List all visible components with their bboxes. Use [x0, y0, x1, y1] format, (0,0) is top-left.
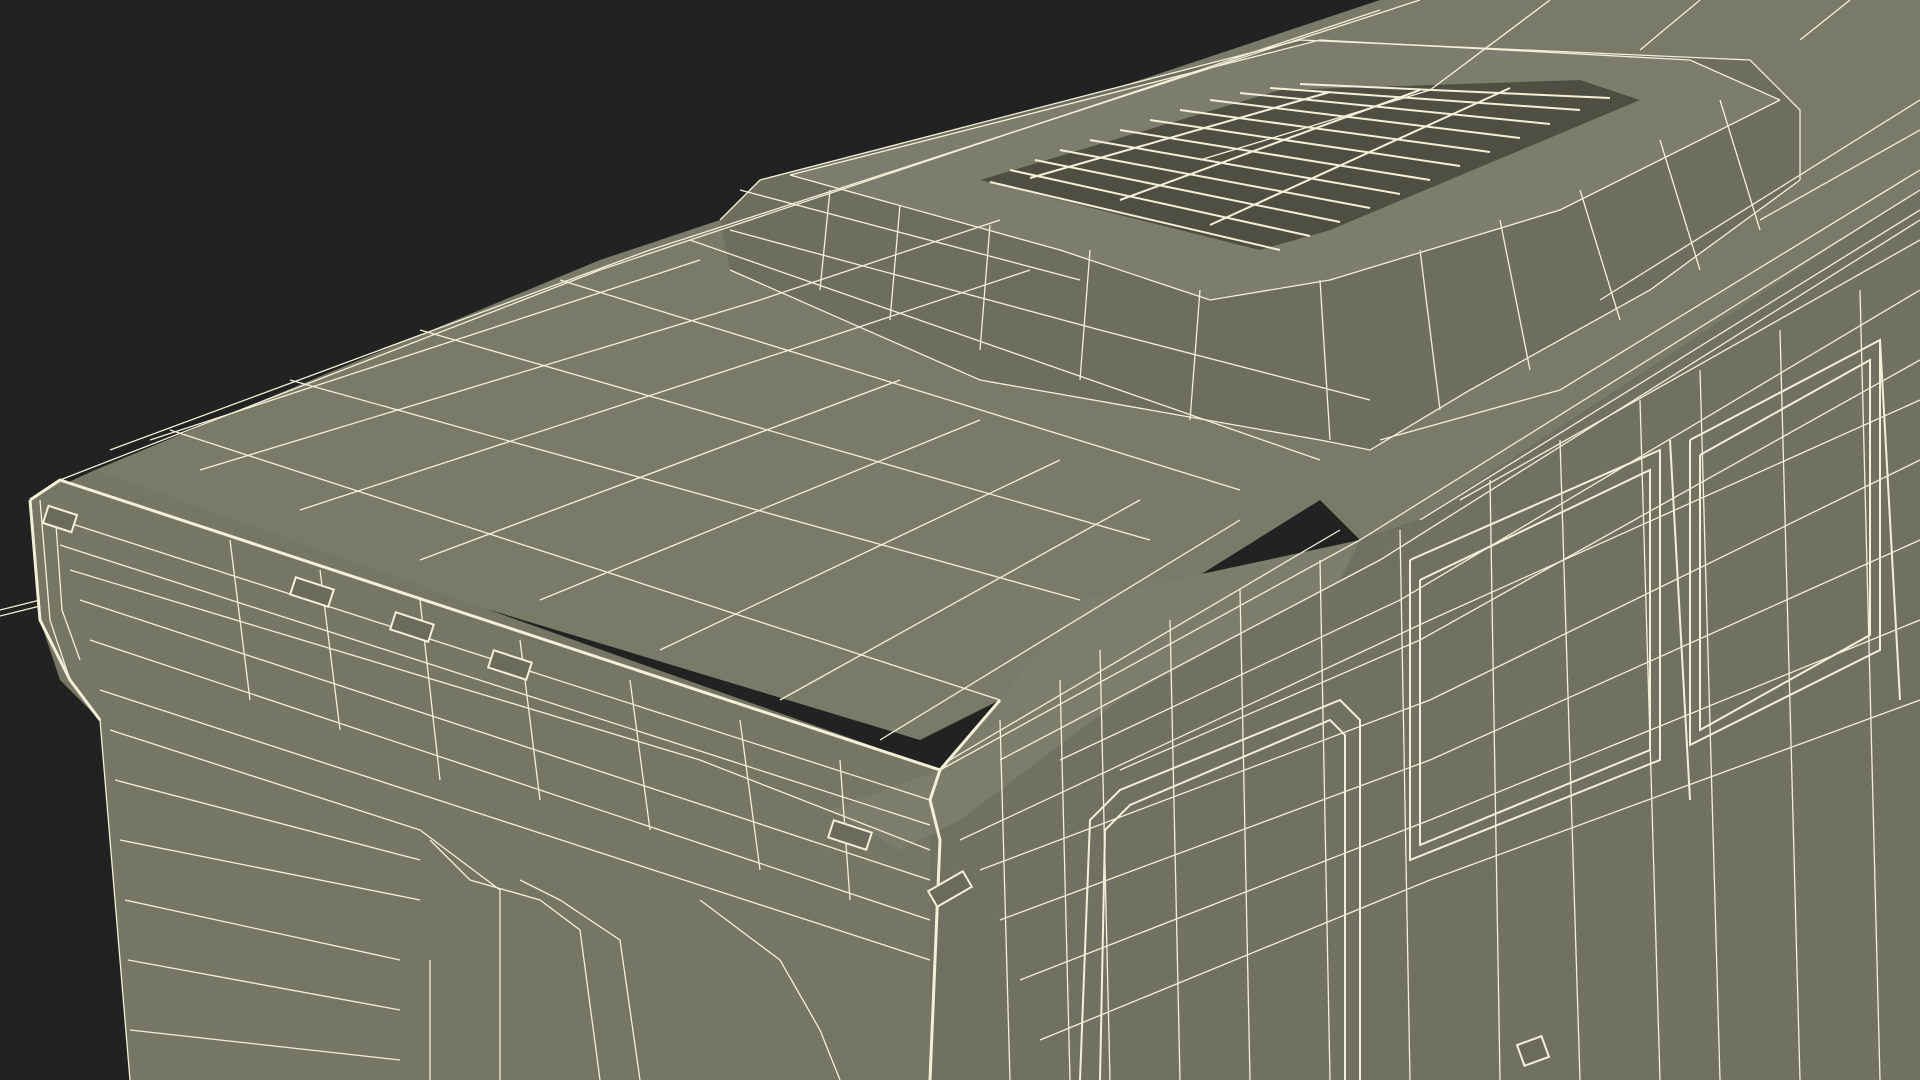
wireframe-model: [0, 0, 1920, 1080]
3d-viewport[interactable]: [0, 0, 1920, 1080]
